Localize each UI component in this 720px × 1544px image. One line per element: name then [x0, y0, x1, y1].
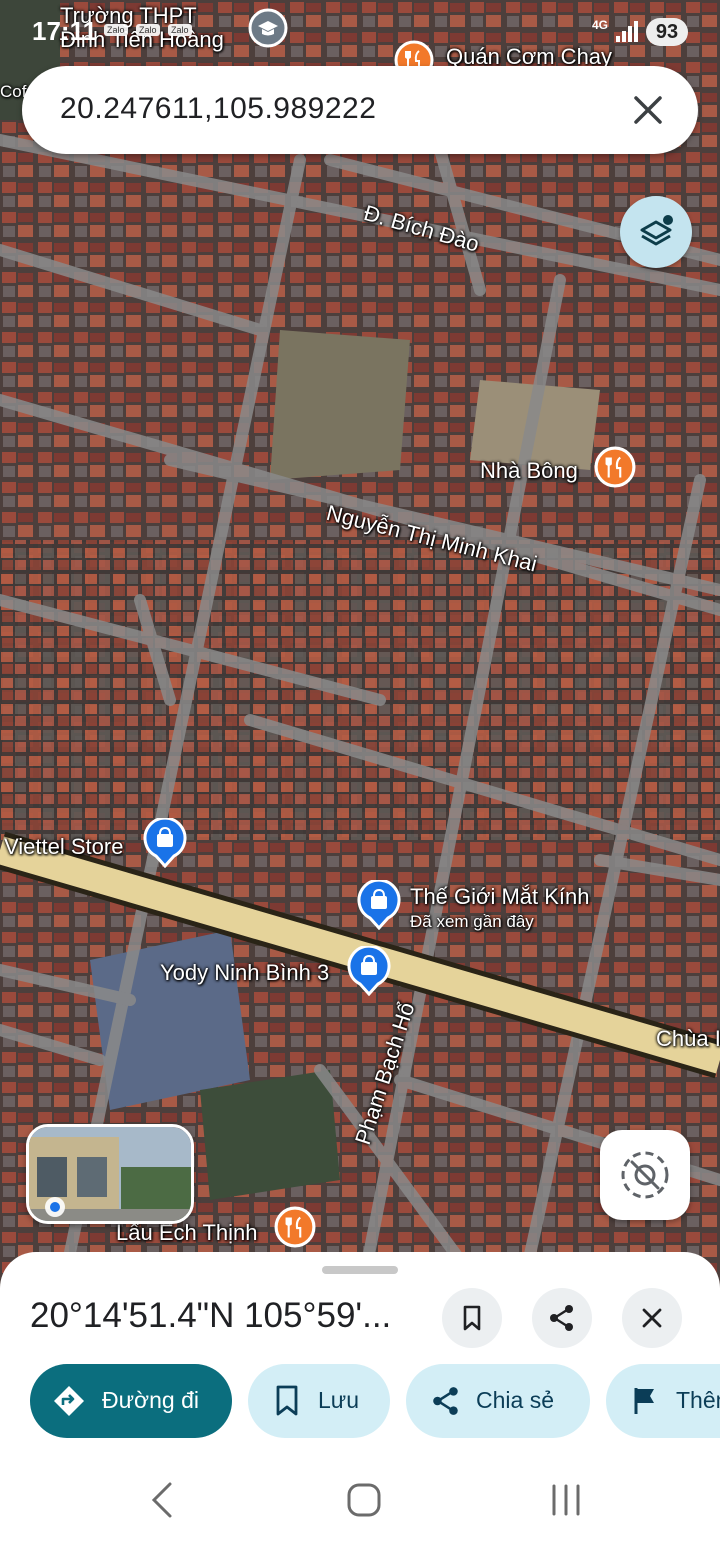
save-round-button[interactable] [442, 1288, 502, 1348]
sheet-drag-handle[interactable] [322, 1266, 398, 1274]
back-button[interactable] [148, 1480, 176, 1525]
search-bar[interactable]: 20.247611,105.989222 [22, 66, 698, 154]
share-icon [550, 1305, 573, 1331]
status-time: 17:11 [32, 16, 98, 46]
system-nav-bar [0, 1450, 720, 1544]
flag-icon [634, 1388, 654, 1414]
notification-zalo-icon: Zalo [168, 24, 192, 36]
back-icon [151, 1482, 172, 1518]
bookmark-icon [463, 1305, 481, 1331]
close-sheet-button[interactable] [622, 1288, 682, 1348]
save-chip-button[interactable]: Lưu [248, 1364, 390, 1438]
recents-button[interactable] [546, 1480, 586, 1525]
directions-button[interactable]: Đường đi [30, 1364, 232, 1438]
map-label-nha-bong[interactable]: Nhà Bông [480, 458, 578, 484]
satellite-map[interactable]: Trường THPT Đinh Tiên Hoàng Quán Cơm Cha… [0, 0, 720, 1300]
layers-button[interactable] [620, 196, 692, 268]
notification-zalo-icon: Zalo [136, 24, 160, 36]
street-view-thumbnail[interactable] [26, 1124, 194, 1224]
map-label-yody[interactable]: Yody Ninh Bình 3 [160, 960, 329, 986]
share-chip-button[interactable]: Chia sẻ [406, 1364, 590, 1438]
battery-level: 93 [646, 18, 688, 46]
share-round-button[interactable] [532, 1288, 592, 1348]
clear-search-button[interactable] [626, 88, 670, 132]
signal-icon [616, 21, 638, 42]
location-off-icon [621, 1151, 669, 1199]
home-button[interactable] [344, 1480, 384, 1525]
street-view-image [29, 1127, 191, 1221]
search-input[interactable]: 20.247611,105.989222 [60, 92, 376, 126]
recents-icon [552, 1484, 580, 1516]
status-bar: 17:11 Zalo Zalo Zalo 4G 93 [0, 0, 720, 62]
share-icon [433, 1387, 458, 1415]
map-label-recently-viewed: Đã xem gần đây [410, 912, 534, 931]
home-icon [347, 1483, 381, 1517]
close-icon [642, 1308, 662, 1328]
action-chips: Đường đi Lưu Chia sẻ Thêm [0, 1364, 720, 1440]
share-label: Chia sẻ [476, 1387, 554, 1413]
map-label-the-gioi-mat-kinh[interactable]: Thế Giới Mắt Kính [410, 884, 590, 910]
save-label: Lưu [318, 1387, 359, 1413]
map-canvas [0, 0, 720, 1300]
map-label-viettel-store[interactable]: Viettel Store [4, 834, 123, 860]
layers-icon [640, 215, 673, 246]
more-chip-button[interactable]: Thêm [606, 1364, 720, 1438]
map-label-chua[interactable]: Chùa I [656, 1026, 720, 1052]
bookmark-icon [276, 1385, 298, 1416]
coordinates-title: 20°14'51.4"N 105°59'... [30, 1296, 392, 1335]
network-type: 4G [592, 18, 609, 32]
close-icon [634, 96, 662, 124]
directions-icon [54, 1386, 84, 1416]
notification-zalo-icon: Zalo [104, 24, 128, 36]
more-label: Thêm [676, 1387, 720, 1413]
directions-label: Đường đi [102, 1387, 199, 1413]
my-location-button[interactable] [600, 1130, 690, 1220]
